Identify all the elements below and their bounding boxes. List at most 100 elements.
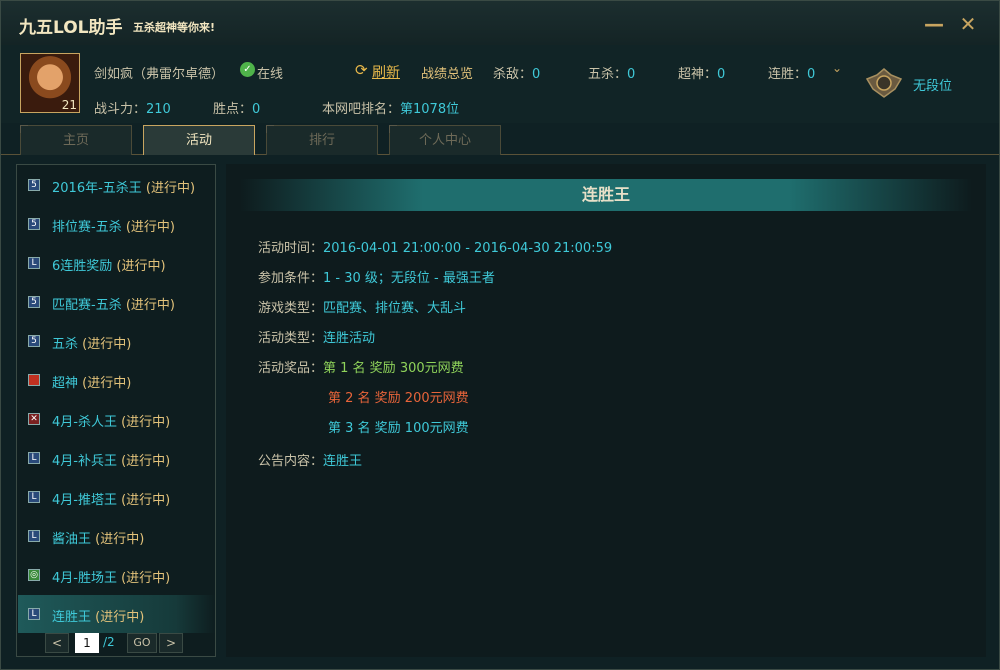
penta-icon: 5 — [28, 335, 40, 347]
kills-label: 杀敌： — [493, 67, 533, 82]
page-input[interactable]: 1 — [75, 633, 99, 653]
player-name: 剑如疯（弗雷尔卓德） — [94, 67, 225, 82]
mode-value: 匹配赛、排位赛、大乱斗 — [323, 301, 467, 316]
list-item-selected[interactable]: L 连胜王 (进行中) — [18, 595, 215, 633]
power-stat: 战斗力：210 — [94, 98, 171, 117]
list-item[interactable]: 超神 (进行中) — [18, 361, 215, 399]
prize-3: 第 3 名 奖励 100元网费 — [328, 421, 469, 436]
minimize-button[interactable]: — — [923, 13, 945, 35]
penta-label: 五杀： — [588, 67, 628, 82]
list-item[interactable]: 5 2016年-五杀王 (进行中) — [18, 166, 215, 204]
tab-bar: 主页 活动 排行 个人中心 — [1, 123, 999, 155]
notice-row: 公告内容：连胜王 — [258, 450, 362, 469]
streak-label: 连胜： — [768, 67, 808, 82]
type-value: 连胜活动 — [323, 331, 376, 346]
ranking-label: 本网吧排名： — [322, 102, 401, 117]
prize-2: 第 2 名 奖励 200元网费 — [328, 391, 469, 406]
mode-row: 游戏类型：匹配赛、排位赛、大乱斗 — [258, 297, 466, 316]
type-row: 活动类型：连胜活动 — [258, 327, 375, 346]
app-title: 九五LOL助手 — [19, 18, 123, 38]
tab-home[interactable]: 主页 — [20, 125, 132, 155]
cond-value: 1 - 30 级；无段位 - 最强王者 — [323, 271, 495, 286]
title-bar: 九五LOL助手 五杀超神等你来! — ✕ — [1, 1, 999, 45]
mode-label: 游戏类型： — [258, 301, 324, 316]
power-value: 210 — [146, 102, 171, 117]
legendary-stat: 超神：0 — [678, 63, 725, 82]
avatar-level: 21 — [61, 98, 77, 112]
list-item[interactable]: ◎ 4月-胜场王 (进行中) — [18, 556, 215, 594]
close-button[interactable]: ✕ — [957, 13, 979, 35]
refresh-icon[interactable]: ⟳ — [355, 61, 368, 79]
type-label: 活动类型： — [258, 331, 324, 346]
go-button[interactable]: GO — [127, 633, 157, 653]
time-value: 2016-04-01 21:00:00 - 2016-04-30 21:00:5… — [323, 241, 613, 256]
time-label: 活动时间： — [258, 241, 324, 256]
streak-value: 0 — [807, 67, 816, 82]
legendary-icon — [28, 374, 40, 386]
lol-icon: L — [28, 491, 40, 503]
list-item[interactable]: 5 匹配赛-五杀 (进行中) — [18, 283, 215, 321]
cond-label: 参加条件： — [258, 271, 324, 286]
prize-row: 活动奖品：第 1 名 奖励 300元网费 — [258, 357, 464, 376]
tab-personal-label: 个人中心 — [418, 133, 471, 148]
list-item[interactable]: 5 排位赛-五杀 (进行中) — [18, 205, 215, 243]
tab-ranking[interactable]: 排行 — [266, 125, 378, 155]
legendary-label: 超神： — [678, 67, 718, 82]
notice-value: 连胜王 — [323, 454, 363, 469]
list-item[interactable]: L 4月-补兵王 (进行中) — [18, 439, 215, 477]
online-status: 在线 — [257, 67, 284, 82]
win-icon: ◎ — [28, 569, 40, 581]
refresh-button[interactable]: 刷新 — [372, 62, 400, 82]
app-window: 九五LOL助手 五杀超神等你来! — ✕ 21 剑如疯（弗雷尔卓德） ✓ 在线 … — [0, 0, 1000, 670]
tab-activity[interactable]: 活动 — [143, 125, 255, 155]
app-slogan: 五杀超神等你来! — [133, 21, 216, 34]
lol-icon: L — [28, 452, 40, 464]
next-page-button[interactable]: > — [159, 633, 183, 653]
list-item[interactable]: L 酱油王 (进行中) — [18, 517, 215, 555]
rank-label: 无段位 — [913, 79, 953, 94]
penta-icon: 5 — [28, 179, 40, 191]
list-item[interactable]: L 4月-推塔王 (进行中) — [18, 478, 215, 516]
legendary-value: 0 — [717, 67, 726, 82]
lol-icon: L — [28, 530, 40, 542]
kills-value: 0 — [532, 67, 541, 82]
penta-icon: 5 — [28, 218, 40, 230]
points-stat: 胜点：0 — [213, 98, 260, 117]
points-label: 胜点： — [213, 102, 253, 117]
streak-stat: 连胜：0 — [768, 63, 815, 82]
penta-stat: 五杀：0 — [588, 63, 635, 82]
time-row: 活动时间：2016-04-01 21:00:00 - 2016-04-30 21… — [258, 237, 612, 256]
detail-title: 连胜王 — [240, 179, 972, 211]
kill-icon: ✕ — [28, 413, 40, 425]
tab-ranking-label: 排行 — [308, 133, 335, 148]
avatar[interactable]: 21 — [20, 53, 80, 113]
prize-row-3: 第 3 名 奖励 100元网费 — [328, 417, 469, 436]
list-item[interactable]: L 6连胜奖励 (进行中) — [18, 244, 215, 282]
kills-stat: 杀敌：0 — [493, 63, 540, 82]
ranking-value: 第1078位 — [400, 102, 460, 117]
overview-link[interactable]: 战绩总览 — [421, 63, 473, 82]
tab-activity-label: 活动 — [185, 133, 212, 148]
penta-value: 0 — [627, 67, 636, 82]
online-check-icon: ✓ — [240, 62, 255, 77]
prize-1: 第 1 名 奖励 300元网费 — [323, 361, 464, 376]
prize-row-2: 第 2 名 奖励 200元网费 — [328, 387, 469, 406]
cond-row: 参加条件：1 - 30 级；无段位 - 最强王者 — [258, 267, 495, 286]
rank-badge-icon — [865, 68, 903, 98]
list-item[interactable]: ✕ 4月-杀人王 (进行中) — [18, 400, 215, 438]
penta-icon: 5 — [28, 296, 40, 308]
tab-home-label: 主页 — [62, 133, 89, 148]
tab-personal[interactable]: 个人中心 — [389, 125, 501, 155]
notice-label: 公告内容： — [258, 454, 324, 469]
prev-page-button[interactable]: < — [45, 633, 69, 653]
lol-icon: L — [28, 257, 40, 269]
power-label: 战斗力： — [94, 102, 147, 117]
chevron-down-icon[interactable]: ⌄ — [832, 61, 842, 75]
ranking-stat: 本网吧排名：第1078位 — [322, 98, 459, 117]
page-total: /2 — [103, 635, 115, 649]
prize-label: 活动奖品： — [258, 361, 324, 376]
activity-list: 5 2016年-五杀王 (进行中) 5 排位赛-五杀 (进行中) L 6连胜奖励 (进… — [16, 164, 216, 657]
activity-detail: 连胜王 活动时间：2016-04-01 21:00:00 - 2016-04-3… — [226, 164, 986, 657]
list-item[interactable]: 5 五杀 (进行中) — [18, 322, 215, 360]
lol-icon: L — [28, 608, 40, 620]
